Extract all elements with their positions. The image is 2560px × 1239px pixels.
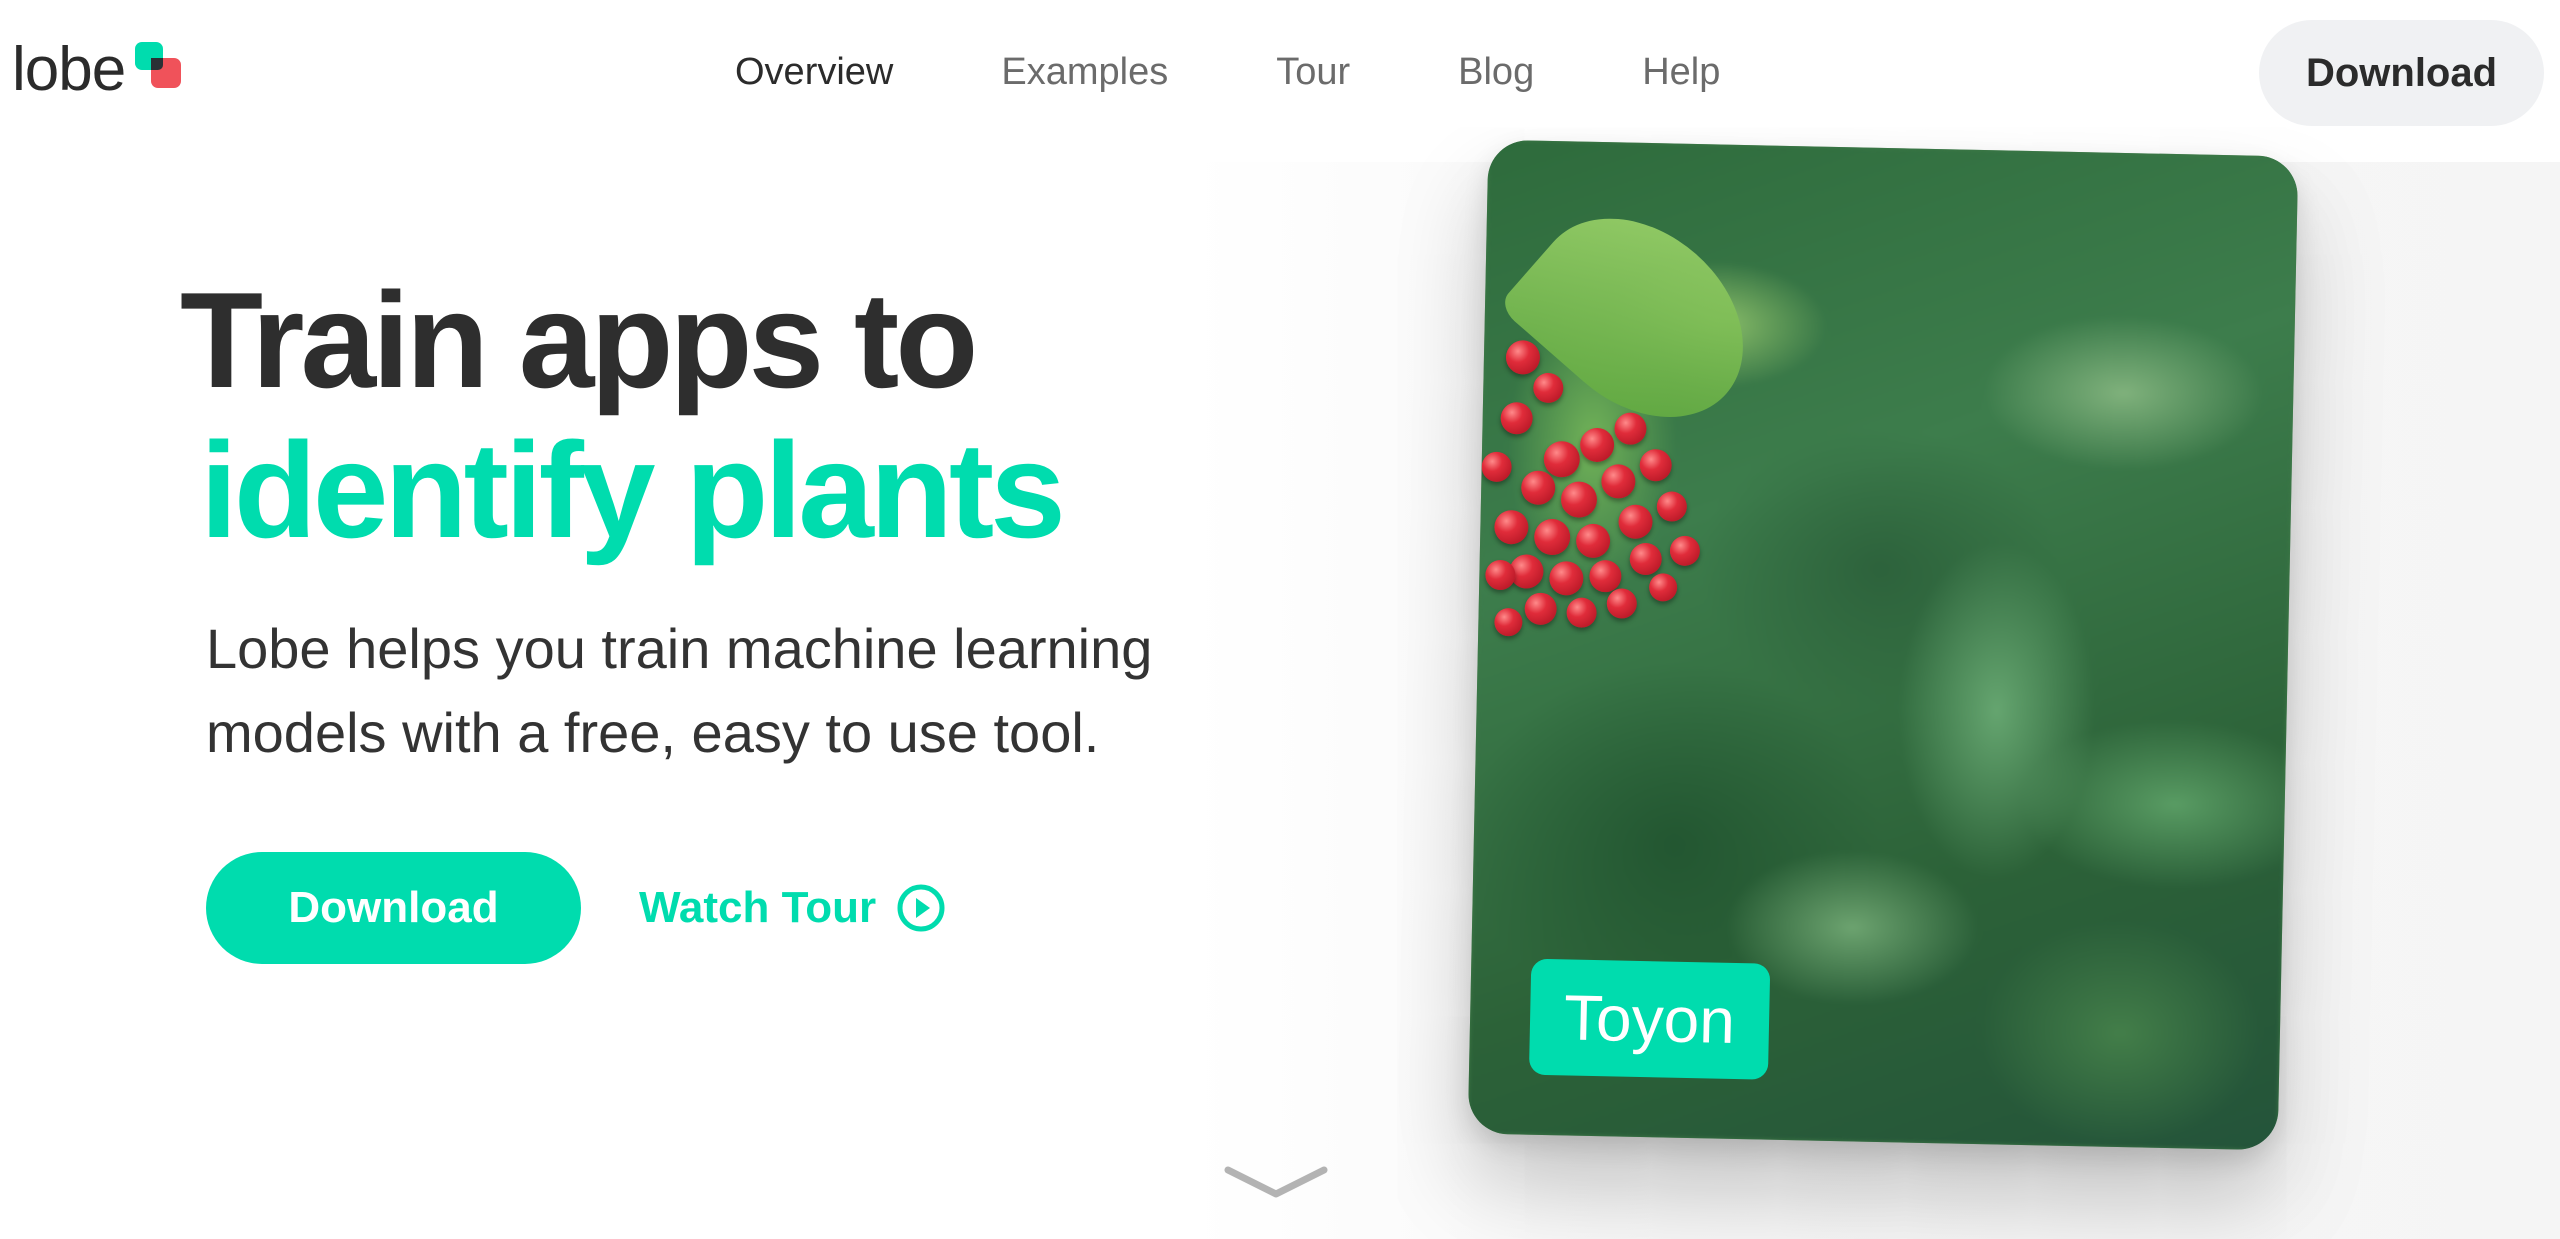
nav-link-help[interactable]: Help xyxy=(1642,51,1720,94)
nav-link-tour[interactable]: Tour xyxy=(1276,51,1350,94)
watch-tour-label: Watch Tour xyxy=(639,883,877,932)
nav-link-examples[interactable]: Examples xyxy=(1001,51,1168,94)
hero-headline-line1: Train apps to xyxy=(180,264,978,416)
nav-links: Overview Examples Tour Blog Help xyxy=(735,40,1720,105)
page: lobe Overview Examples Tour Blog Help Do… xyxy=(0,0,2560,1239)
hero-headline-line2: identify plants xyxy=(200,414,1066,566)
hero-headline: Train apps to identify plants xyxy=(180,265,1230,565)
hero-cta-row: Download Watch Tour xyxy=(206,852,946,964)
chevron-down-icon[interactable] xyxy=(1224,1162,1328,1202)
nav-link-blog[interactable]: Blog xyxy=(1458,51,1534,94)
hero-section: Train apps to identify plants Lobe helps… xyxy=(180,265,1230,775)
hero-subtitle: Lobe helps you train machine learning mo… xyxy=(206,617,1153,764)
logo[interactable]: lobe xyxy=(12,30,185,110)
top-navigation: lobe Overview Examples Tour Blog Help Do… xyxy=(0,0,2560,150)
hero-download-button[interactable]: Download xyxy=(206,852,581,964)
play-circle-icon xyxy=(897,884,945,932)
watch-tour-link[interactable]: Watch Tour xyxy=(639,883,946,933)
logo-wordmark: lobe xyxy=(12,35,126,104)
logo-mark-icon xyxy=(135,42,185,92)
nav-download-button[interactable]: Download xyxy=(2259,20,2544,126)
plant-photo-card: Toyon xyxy=(1467,139,2299,1151)
nav-link-overview[interactable]: Overview xyxy=(735,51,893,94)
logo-overlap-square xyxy=(151,58,164,70)
image-label-tag: Toyon xyxy=(1528,958,1771,1080)
